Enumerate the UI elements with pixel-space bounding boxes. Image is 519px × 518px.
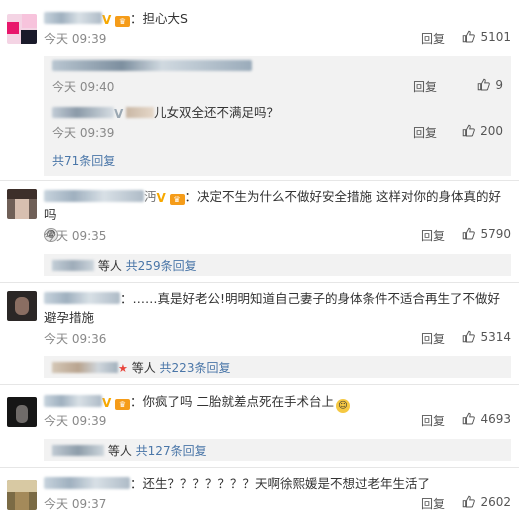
summary-prefix: 等人 [107, 444, 132, 458]
level-badge-icon: ♛ [115, 16, 130, 27]
level-badge-icon: ♛ [115, 399, 130, 410]
like-count: 200 [480, 124, 503, 138]
like-button[interactable]: 9 [477, 78, 503, 92]
verified-v-icon: V [102, 396, 112, 410]
comment-item: ：……真是好老公!明明知道自己妻子的身体条件不适合再生了不做好避孕措施 今天 0… [0, 283, 519, 382]
like-count: 9 [495, 78, 503, 92]
username[interactable] [44, 12, 102, 24]
avatar[interactable] [7, 14, 37, 44]
username[interactable] [44, 477, 130, 489]
sub-reply-text: 儿女双全还不满足吗？ [154, 105, 280, 120]
more-replies-text[interactable]: 共71条回复 [52, 154, 115, 168]
sub-reply-author[interactable] [52, 107, 114, 118]
username[interactable] [44, 292, 120, 304]
reply-count-link[interactable]: 共223条回复 [160, 361, 231, 375]
reply-count-link[interactable]: 共259条回复 [126, 259, 197, 273]
thumbs-up-icon [463, 330, 476, 343]
like-count: 5314 [480, 330, 511, 344]
comment-text-line: V ♛ ：担心大S [44, 9, 511, 28]
summary-prefix: 等人 [131, 361, 156, 375]
thumbs-up-icon [463, 30, 476, 43]
replier-name[interactable] [52, 362, 118, 373]
sub-reply: 今天 09:40 回复 9 [52, 56, 511, 100]
more-replies-link[interactable]: 共71条回复 [52, 152, 511, 168]
comment-item: 沔V ♛ ：决定不生为什么不做好安全措施 这样对你的身体真的好吗 😨 今天 09:3… [0, 181, 519, 280]
emoji-face-icon: ☺ [336, 399, 350, 413]
comment-item: V ♛ ：你疯了吗 二胎就差点死在手术台上 ☺ 今天 09:39 回复 4693 等人… [0, 385, 519, 467]
like-button[interactable]: 200 [462, 124, 503, 138]
sub-reply-box: 今天 09:40 回复 9 V 儿女双全还不满足吗？ 今天 09:39 回复 20… [44, 56, 511, 176]
comment-text: 担心大S [142, 11, 188, 26]
like-count: 5790 [480, 227, 511, 241]
comment-meta: 今天 09:37 回复 2602 [44, 495, 511, 511]
reply-count-link[interactable]: 共127条回复 [136, 444, 207, 458]
reply-button[interactable]: 回复 [421, 30, 445, 47]
avatar[interactable] [7, 291, 37, 321]
reply-button[interactable]: 回复 [421, 330, 445, 347]
reply-button[interactable]: 回复 [421, 412, 445, 429]
star-icon: ★ [118, 362, 128, 375]
summary-prefix: 等人 [97, 259, 122, 273]
comment-text-line: V ♛ ：你疯了吗 二胎就差点死在手术台上 ☺ [44, 392, 511, 413]
reply-summary[interactable]: ★ 等人 共223条回复 [44, 356, 511, 378]
reply-summary[interactable]: 等人 共259条回复 [44, 254, 511, 276]
thumbs-up-icon [478, 78, 491, 91]
comment-meta: 今天 09:39 回复 5101 [44, 30, 511, 46]
like-button[interactable]: 5101 [462, 30, 511, 44]
like-button[interactable]: 4693 [462, 412, 511, 426]
replier-name[interactable] [52, 260, 94, 271]
timestamp: 今天 09:36 [44, 332, 107, 346]
comment-item: ：还生？？？？？？？天啊徐熙媛是不想过老年生活了 今天 09:37 回复 260… [0, 468, 519, 518]
avatar[interactable] [7, 397, 37, 427]
verified-v-icon: V [102, 13, 112, 27]
replier-name[interactable] [52, 445, 104, 456]
like-count: 2602 [480, 495, 511, 509]
sub-reply: V 儿女双全还不满足吗？ 今天 09:39 回复 200 [52, 102, 511, 146]
timestamp: 今天 09:39 [44, 32, 107, 46]
reply-button[interactable]: 回复 [413, 78, 437, 95]
reply-button[interactable]: 回复 [413, 124, 437, 141]
comment-meta: 今天 09:39 回复 4693 [44, 412, 511, 428]
like-button[interactable]: 5790 [462, 227, 511, 241]
username[interactable] [44, 190, 144, 202]
comment-item: V ♛ ：担心大S 今天 09:39 回复 5101 今天 09:40 回复 9 V… [0, 0, 519, 180]
comment-text-line: ：还生？？？？？？？天啊徐熙媛是不想过老年生活了 [44, 474, 511, 493]
timestamp: 今天 09:39 [52, 126, 115, 140]
timestamp: 今天 09:35 [44, 229, 107, 243]
avatar[interactable] [7, 189, 37, 219]
reply-button[interactable]: 回复 [421, 227, 445, 244]
reply-button[interactable]: 回复 [421, 495, 445, 512]
timestamp: 今天 09:40 [52, 80, 115, 94]
thumbs-up-icon [462, 124, 475, 137]
avatar[interactable] [7, 480, 37, 510]
sub-reply-author[interactable] [52, 60, 252, 74]
like-count: 5101 [480, 30, 511, 44]
thumbs-up-icon [463, 412, 476, 425]
thumbs-up-icon [463, 227, 476, 240]
verified-v-icon: V [156, 191, 166, 205]
username[interactable] [44, 395, 102, 407]
like-button[interactable]: 5314 [462, 330, 511, 344]
level-badge-icon: ♛ [169, 194, 185, 205]
comment-meta: 今天 09:35 回复 5790 [44, 227, 511, 243]
like-count: 4693 [480, 412, 511, 426]
comment-text: 你疯了吗 二胎就差点死在手术台上 [142, 394, 334, 409]
comment-meta: 今天 09:36 回复 5314 [44, 330, 511, 346]
comment-text-line: ：……真是好老公!明明知道自己妻子的身体条件不适合再生了不做好避孕措施 [44, 291, 501, 325]
thumbs-up-icon [463, 495, 476, 508]
reply-summary[interactable]: 等人 共127条回复 [44, 439, 511, 461]
verified-v-icon: V [114, 107, 124, 121]
timestamp: 今天 09:37 [44, 497, 107, 511]
timestamp: 今天 09:39 [44, 414, 107, 428]
like-button[interactable]: 2602 [462, 495, 511, 509]
comment-text: 还生？？？？？？？天啊徐熙媛是不想过老年生活了 [142, 476, 431, 491]
